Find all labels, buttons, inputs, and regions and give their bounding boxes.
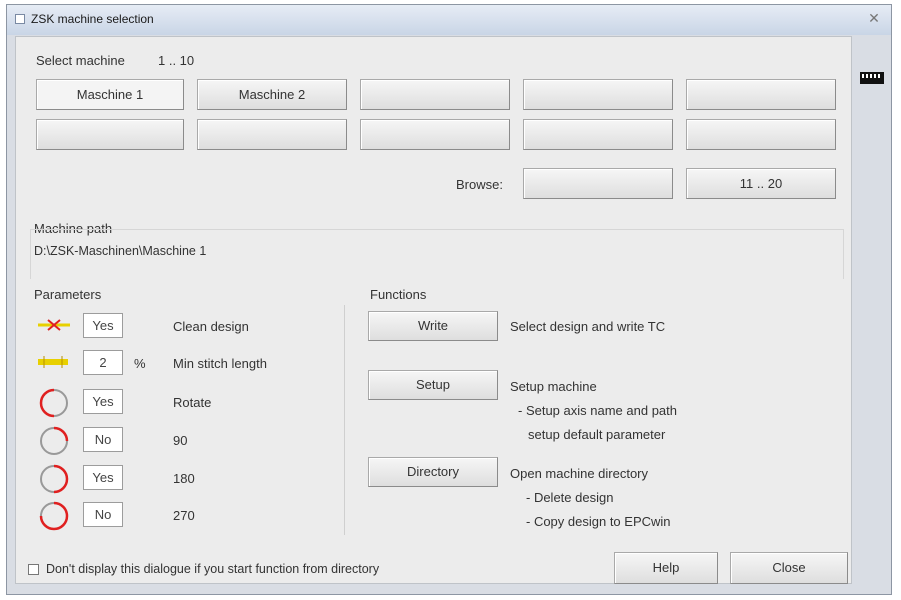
rotate-90-icon <box>40 426 69 455</box>
setup-description-2: - Setup axis name and path <box>518 403 677 418</box>
min-stitch-unit: % <box>134 356 146 371</box>
dialog-client-area: Select machine 1 .. 10 Maschine 1 Maschi… <box>15 36 852 584</box>
min-stitch-value[interactable]: 2 <box>83 350 123 375</box>
machine-button-2[interactable]: Maschine 2 <box>197 79 347 110</box>
machine-path-value: D:\ZSK-Maschinen\Maschine 1 <box>34 244 207 258</box>
rotate-90-value[interactable]: No <box>83 427 123 452</box>
machine-button-5[interactable] <box>686 79 836 110</box>
dont-display-checkbox[interactable] <box>28 564 39 575</box>
setup-button[interactable]: Setup <box>368 370 498 400</box>
clean-design-label: Clean design <box>173 319 249 334</box>
directory-button[interactable]: Directory <box>368 457 498 487</box>
machine-button-8[interactable] <box>360 119 510 150</box>
write-button[interactable]: Write <box>368 311 498 341</box>
rotate-180-value[interactable]: Yes <box>83 465 123 490</box>
machine-button-3[interactable] <box>360 79 510 110</box>
functions-label: Functions <box>370 287 427 302</box>
machine-button-9[interactable] <box>523 119 673 150</box>
window-title: ZSK machine selection <box>31 12 154 26</box>
close-button[interactable]: Close <box>730 552 848 584</box>
rotate-180-label: 180 <box>173 471 195 486</box>
directory-description-1: Open machine directory <box>510 466 649 481</box>
rotate-270-value[interactable]: No <box>83 502 123 527</box>
rotate-180-icon <box>40 464 69 494</box>
min-stitch-icon <box>38 356 68 368</box>
machine-button-10[interactable] <box>686 119 836 150</box>
browse-next-button[interactable]: 11 .. 20 <box>686 168 836 199</box>
machine-icon <box>860 72 884 84</box>
machine-button-6[interactable] <box>36 119 184 150</box>
dont-display-label: Don't display this dialogue if you start… <box>46 562 380 576</box>
rotate-value[interactable]: Yes <box>83 389 123 414</box>
clean-design-value[interactable]: Yes <box>83 313 123 338</box>
directory-description-3: - Copy design to EPCwin <box>526 514 671 529</box>
rotate-label: Rotate <box>173 395 212 410</box>
select-machine-range: 1 .. 10 <box>158 53 195 68</box>
machine-button-1[interactable]: Maschine 1 <box>36 79 184 110</box>
write-description: Select design and write TC <box>510 319 666 334</box>
parameters-label: Parameters <box>34 287 102 302</box>
setup-description-1: Setup machine <box>510 379 597 394</box>
clean-design-icon <box>38 319 70 331</box>
directory-description-2: - Delete design <box>526 490 614 505</box>
setup-description-3: setup default parameter <box>528 427 666 442</box>
rotate-270-label: 270 <box>173 508 195 523</box>
rotate-icon <box>39 388 68 418</box>
select-machine-label: Select machine <box>36 53 125 68</box>
browse-previous-button[interactable] <box>523 168 673 199</box>
machine-button-7[interactable] <box>197 119 347 150</box>
group-separator <box>344 305 345 535</box>
title-bar: ZSK machine selection ✕ <box>7 5 891 35</box>
close-window-button[interactable]: ✕ <box>863 9 885 27</box>
help-button[interactable]: Help <box>614 552 718 584</box>
min-stitch-label: Min stitch length <box>173 356 267 371</box>
machine-button-4[interactable] <box>523 79 673 110</box>
window-icon <box>15 14 25 24</box>
rotate-90-label: 90 <box>173 433 188 448</box>
rotate-270-icon <box>39 501 69 531</box>
browse-label: Browse: <box>456 177 503 192</box>
